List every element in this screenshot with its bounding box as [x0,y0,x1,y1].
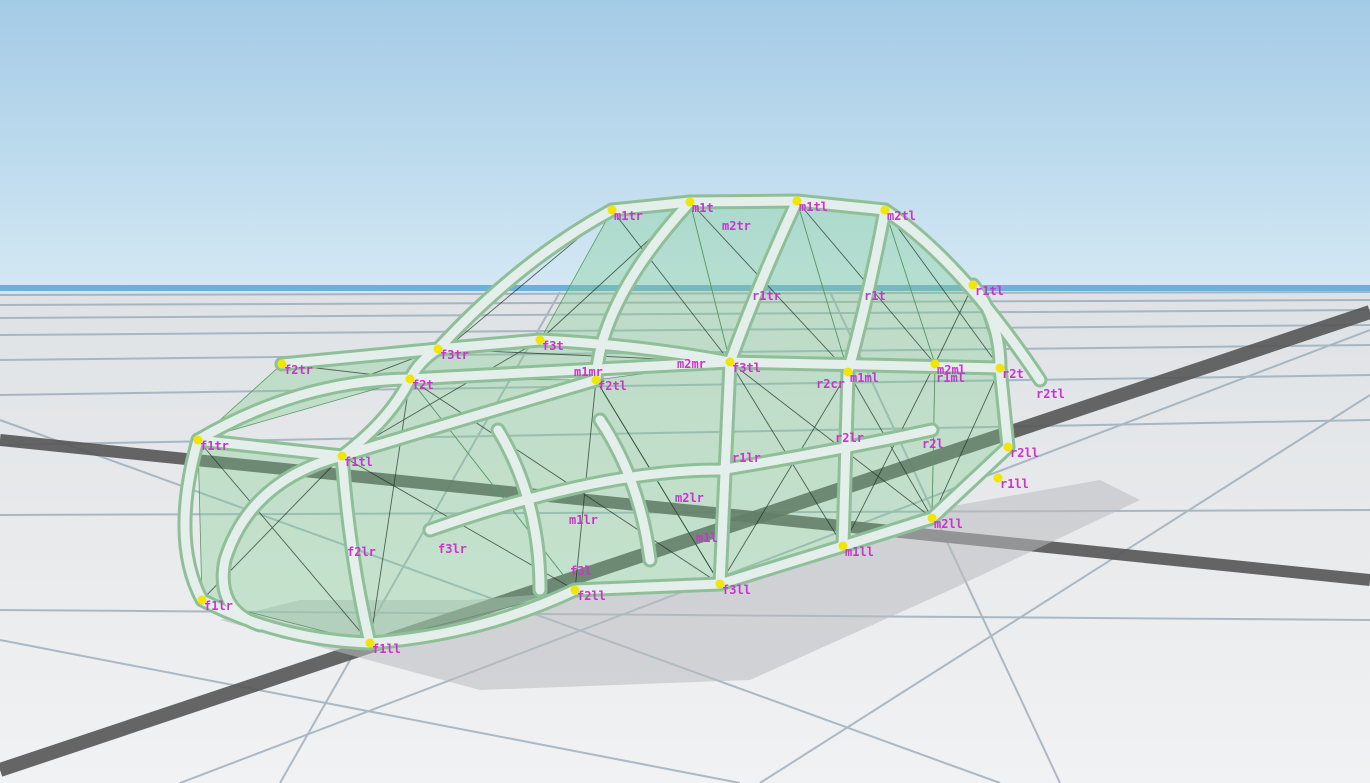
node-label-m1t: m1t [692,201,714,215]
node-label-r1lr: r1lr [732,451,761,465]
scene: m1tr m1t m1tl m2tl m2tr r1tr r1t r1tl f2tr f3tr f3… [0,0,1370,783]
node-label-r2l: r2l [922,437,944,451]
node-label-f3l: f3l [570,564,592,578]
node-label-f3tr: f3tr [440,348,469,362]
node-label-m1tr: m1tr [614,209,643,223]
node-label-m2tr: m2tr [722,219,751,233]
node-label-m2ll: m2ll [934,517,963,531]
node-label-f2tr: f2tr [284,363,313,377]
node-label-r2cr: r2cr [816,377,845,391]
node-label-r2lr: r2lr [835,431,864,445]
node-label-m1lr: m1lr [569,513,598,527]
node-label-r1ll: r1ll [1000,477,1029,491]
node-label-m1l: m1l [696,531,718,545]
node-label-r2ll: r2ll [1010,446,1039,460]
node-label-m1tl: m1tl [799,200,828,214]
node-label-r2tl: r2tl [1036,387,1065,401]
node-label-f2t: f2t [412,378,434,392]
node-label-f3t: f3t [542,339,564,353]
node-label-f1tl: f1tl [344,455,373,469]
node-label-f2tl: f2tl [598,379,627,393]
node-label-f1ll: f1ll [372,642,401,656]
node-label-m2lr: m2lr [675,491,704,505]
node-label-r2t: r2t [1002,367,1024,381]
node-label-m1ml: m1ml [850,371,879,385]
node-label-r1t: r1t [864,289,886,303]
node-label-m2tl: m2tl [887,209,916,223]
node-label-f1lr: f1lr [204,599,233,613]
node-label-r1tr: r1tr [752,289,781,303]
node-label-f3ll: f3ll [722,583,751,597]
node-label-f2ll: f2ll [577,589,606,603]
node-label-m1mr: m1mr [574,365,603,379]
node-label-m2mr: m2mr [677,357,706,371]
node-label-m1ll: m1ll [845,545,874,559]
node-label-r1ml: r1ml [936,371,965,385]
node-label-r1tl: r1tl [975,284,1004,298]
node-label-f3tl: f3tl [732,361,761,375]
3d-viewport[interactable]: m1tr m1t m1tl m2tl m2tr r1tr r1t r1tl f2tr f3tr f3… [0,0,1370,783]
node-label-f2lr: f2lr [347,545,376,559]
node-label-f1tr: f1tr [200,439,229,453]
node-label-f3lr: f3lr [438,542,467,556]
